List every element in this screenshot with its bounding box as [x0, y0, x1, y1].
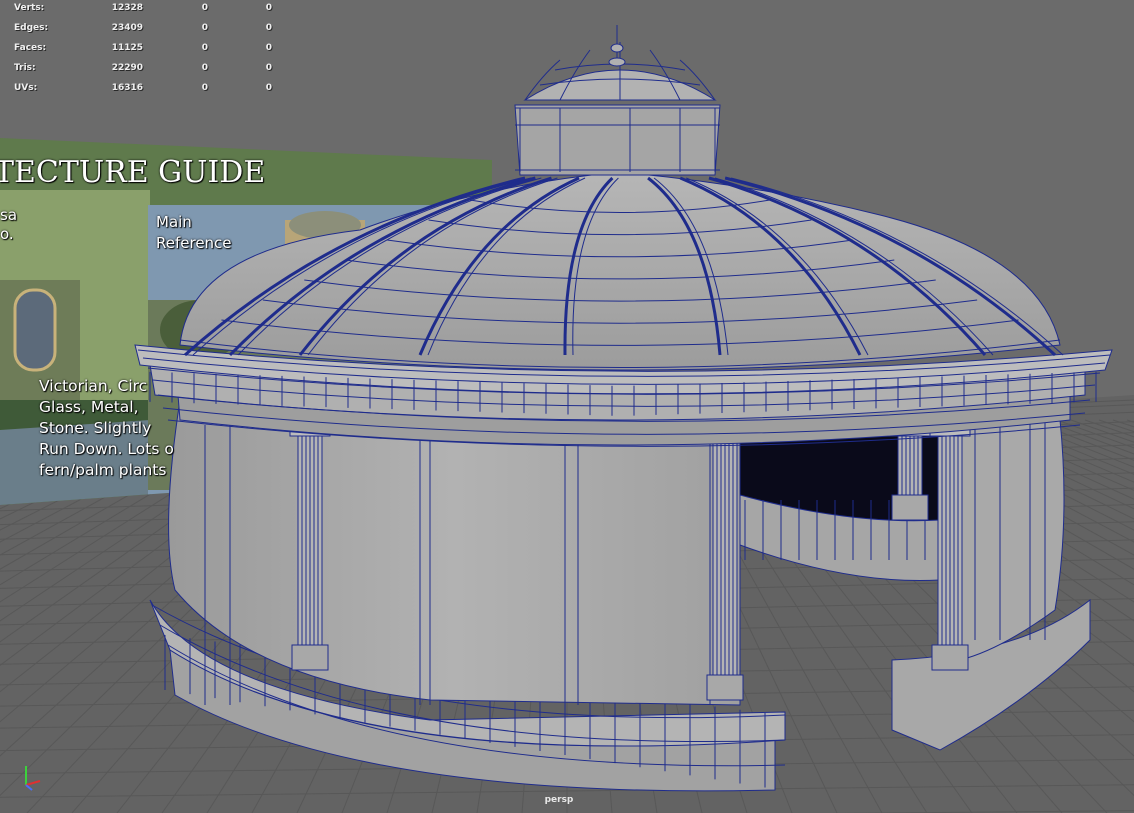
- hud-row-edges: Edges: 23409 0 0: [14, 23, 274, 43]
- hud-label: Tris:: [14, 63, 36, 73]
- hud-selected: 0: [201, 43, 208, 53]
- hud-label: Edges:: [14, 23, 49, 33]
- hud-row-faces: Faces: 11125 0 0: [14, 43, 274, 63]
- hud-selected: 0: [201, 3, 208, 13]
- hud-row-verts: Verts: 12328 0 0: [14, 3, 274, 23]
- hud-label: Verts:: [14, 3, 45, 13]
- hud-selected: 0: [201, 63, 208, 73]
- perspective-viewport[interactable]: TECTURE GUIDE sa o. Main Reference Victo…: [0, 0, 1134, 813]
- reference-description: Victorian, Circ Glass, Metal, Stone. Sli…: [39, 377, 174, 479]
- hud-selected: 0: [201, 83, 208, 93]
- hud-component: 0: [265, 23, 272, 33]
- hud-component: 0: [265, 83, 272, 93]
- hud-component: 0: [265, 63, 272, 73]
- hud-row-tris: Tris: 22290 0 0: [14, 63, 274, 83]
- camera-name-label: persp: [544, 795, 574, 805]
- poly-count-hud: Verts: 12328 0 0 Edges: 23409 0 0 Faces:…: [14, 3, 274, 103]
- hud-total: 22290: [111, 63, 143, 73]
- hud-total: 11125: [111, 43, 143, 53]
- reference-board-title: TECTURE GUIDE: [0, 155, 266, 190]
- hud-label: UVs:: [14, 83, 38, 93]
- hud-row-uvs: UVs: 16316 0 0: [14, 83, 274, 103]
- hud-selected: 0: [201, 23, 208, 33]
- main-reference-label: Main Reference: [156, 213, 232, 252]
- hud-total: 23409: [111, 23, 143, 33]
- hud-total: 12328: [111, 3, 143, 13]
- hud-component: 0: [265, 43, 272, 53]
- hud-component: 0: [265, 3, 272, 13]
- hud-total: 16316: [111, 83, 143, 93]
- reference-side-text: sa o.: [0, 206, 18, 243]
- hud-label: Faces:: [14, 43, 47, 53]
